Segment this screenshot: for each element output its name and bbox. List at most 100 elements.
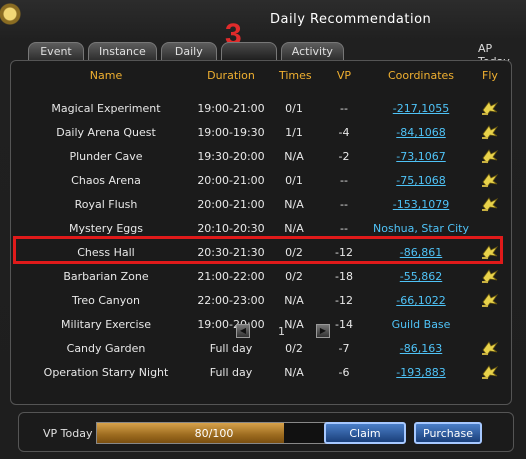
- coordinates-cell: -66,1022: [366, 294, 476, 307]
- activity-duration: 22:00-23:00: [197, 294, 265, 307]
- activity-times: N/A: [284, 294, 304, 307]
- activity-vp: -18: [335, 270, 353, 283]
- coordinates-link[interactable]: -193,883: [396, 366, 445, 379]
- activity-name: Treo Canyon: [72, 294, 140, 307]
- fly-icon[interactable]: [481, 124, 499, 140]
- activity-name: Operation Starry Night: [43, 366, 169, 379]
- coordinates-link[interactable]: -86,163: [400, 342, 442, 355]
- tab-instance[interactable]: Instance: [88, 42, 157, 60]
- table-row: Treo Canyon 22:00-23:00 N/A -12 -66,1022: [11, 289, 511, 313]
- coordinates-link[interactable]: -73,1067: [396, 150, 445, 163]
- activity-name: Chess Hall: [77, 246, 135, 259]
- location-text: Noshua, Star City: [373, 222, 469, 235]
- activity-times: N/A: [284, 366, 304, 379]
- coordinates-cell: -217,1055: [366, 102, 476, 115]
- activity-name: Daily Arena Quest: [56, 126, 156, 139]
- activity-times: N/A: [284, 198, 304, 211]
- fly-icon[interactable]: [481, 340, 499, 356]
- activity-duration: 20:00-21:00: [197, 198, 265, 211]
- claim-button[interactable]: Claim: [324, 422, 406, 444]
- page-number: 1: [278, 325, 285, 338]
- coordinates-link[interactable]: -217,1055: [393, 102, 449, 115]
- fly-icon[interactable]: [481, 100, 499, 116]
- prev-page-icon[interactable]: ◀: [236, 324, 250, 338]
- table-row: Chaos Arena 20:00-21:00 0/1 -- -75,1068: [11, 169, 511, 193]
- window-title: Daily Recommendation: [270, 12, 432, 27]
- activity-duration: 20:10-20:30: [197, 222, 265, 235]
- table-row: Candy Garden Full day 0/2 -7 -86,163: [11, 337, 511, 361]
- next-page-icon[interactable]: ▶: [316, 324, 330, 338]
- table-row: Mystery Eggs 20:10-20:30 N/A -- Noshua, Star…: [11, 217, 511, 241]
- coordinates-link[interactable]: -66,1022: [396, 294, 445, 307]
- fly-icon[interactable]: [481, 148, 499, 164]
- tab-event[interactable]: Event: [28, 42, 84, 60]
- table-row: Magical Experiment 19:00-21:00 0/1 -- -217,1…: [11, 97, 511, 121]
- coordinates-cell: -86,861: [366, 246, 476, 259]
- coordinates-cell: -153,1079: [366, 198, 476, 211]
- coordinates-cell: -193,883: [366, 366, 476, 379]
- tab-active-recommendation[interactable]: [220, 42, 277, 60]
- coordinates-cell: -75,1068: [366, 174, 476, 187]
- activity-duration: Full day: [209, 366, 253, 379]
- table-row: Royal Flush 20:00-21:00 N/A -- -153,1079: [11, 193, 511, 217]
- coordinates-cell: -55,862: [366, 270, 476, 283]
- purchase-button[interactable]: Purchase: [414, 422, 482, 444]
- header-vp: VP: [336, 69, 352, 82]
- activity-times: 0/2: [285, 342, 303, 355]
- coordinates-cell: -84,1068: [366, 126, 476, 139]
- activity-name: Candy Garden: [66, 342, 146, 355]
- activity-vp: -14: [335, 318, 353, 331]
- fly-icon[interactable]: [481, 292, 499, 308]
- activity-name: Royal Flush: [74, 198, 138, 211]
- activity-duration: 20:00-21:00: [197, 174, 265, 187]
- activity-vp: -4: [338, 126, 350, 139]
- header-times: Times: [279, 69, 312, 82]
- activity-duration: Full day: [209, 342, 253, 355]
- coordinates-link[interactable]: -84,1068: [396, 126, 445, 139]
- tab-bar: Event Instance Daily Activity: [28, 42, 344, 60]
- coordinates-link[interactable]: -55,862: [400, 270, 442, 283]
- tab-activity[interactable]: Activity: [280, 42, 344, 60]
- coordinates-link[interactable]: -153,1079: [393, 198, 449, 211]
- activity-name: Magical Experiment: [51, 102, 161, 115]
- vp-bottom-bar: VP Today 80/100 Claim Purchase: [18, 412, 514, 452]
- activity-duration: 21:00-22:00: [197, 270, 265, 283]
- activity-duration: 20:30-21:30: [197, 246, 265, 259]
- activity-vp: -2: [338, 150, 350, 163]
- activity-vp: -6: [338, 366, 350, 379]
- coordinates-link[interactable]: -86,861: [400, 246, 442, 259]
- fly-icon[interactable]: [481, 268, 499, 284]
- activity-name: Mystery Eggs: [69, 222, 143, 235]
- activity-name: Barbarian Zone: [63, 270, 149, 283]
- coordinates-cell: -86,163: [366, 342, 476, 355]
- activity-name: Chaos Arena: [71, 174, 141, 187]
- header-duration: Duration: [207, 69, 255, 82]
- table-row: Barbarian Zone 21:00-22:00 0/2 -18 -55,862: [11, 265, 511, 289]
- activity-vp: --: [340, 198, 348, 211]
- vp-today-label: VP Today: [43, 427, 93, 440]
- vp-progress-bar: 80/100: [96, 422, 332, 444]
- table-row: Daily Arena Quest 19:00-19:30 1/1 -4 -84,106…: [11, 121, 511, 145]
- activity-times: 1/1: [285, 126, 303, 139]
- activity-vp: --: [340, 222, 348, 235]
- coordinates-cell: Noshua, Star City: [366, 222, 476, 235]
- table-header: Name Duration Times VP Coordinates Fly: [11, 69, 511, 85]
- tab-daily[interactable]: Daily: [160, 42, 217, 60]
- activity-vp: -7: [338, 342, 350, 355]
- activity-times: 0/1: [285, 102, 303, 115]
- table-row: Plunder Cave 19:30-20:00 N/A -2 -73,1067: [11, 145, 511, 169]
- recommendation-table-panel: Name Duration Times VP Coordinates Fly M…: [10, 60, 512, 405]
- fly-icon[interactable]: [481, 196, 499, 212]
- fly-icon[interactable]: [481, 244, 499, 260]
- table-row: Operation Starry Night Full day N/A -6 -193,…: [11, 361, 511, 385]
- activity-duration: 19:00-19:30: [197, 126, 265, 139]
- activity-times: N/A: [284, 150, 304, 163]
- fly-icon[interactable]: [481, 172, 499, 188]
- coordinates-cell: -73,1067: [366, 150, 476, 163]
- fly-icon[interactable]: [481, 364, 499, 380]
- header-name: Name: [89, 69, 123, 82]
- activity-name: Plunder Cave: [69, 150, 143, 163]
- vp-progress-text: 80/100: [194, 427, 234, 440]
- header-coordinates: Coordinates: [387, 69, 455, 82]
- coordinates-link[interactable]: -75,1068: [396, 174, 445, 187]
